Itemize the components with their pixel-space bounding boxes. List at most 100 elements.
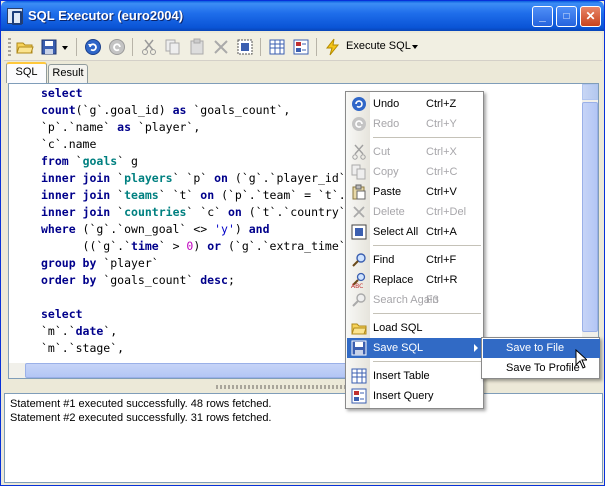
menu-separator <box>373 361 481 362</box>
submenu-arrow-icon <box>474 344 478 352</box>
output-line: Statement #1 executed successfully. 48 r… <box>10 398 272 410</box>
menu-item-insert-query[interactable]: Insert Query <box>347 386 483 406</box>
toolbar-grip[interactable] <box>8 38 11 56</box>
save-dropdown-arrow-icon[interactable] <box>62 46 68 50</box>
menu-item-search-again[interactable]: Search Again F3 <box>347 290 483 310</box>
sql-text: `goals_count`, <box>186 103 291 117</box>
toolbar-separator <box>132 38 133 56</box>
code-line[interactable]: group by `player` <box>41 255 159 272</box>
save-icon[interactable] <box>40 38 58 56</box>
menu-item-cut[interactable]: Cut Ctrl+X <box>347 142 483 162</box>
code-line[interactable]: from `goals` g <box>41 153 138 170</box>
sql-keyword: inner join <box>41 171 111 185</box>
tab-sql[interactable]: SQL <box>6 62 47 83</box>
sql-keyword: time <box>131 239 159 253</box>
open-folder-icon[interactable] <box>16 38 34 56</box>
copy-icon <box>351 164 367 180</box>
sql-keyword: on <box>200 188 215 202</box>
sql-executor-window: SQL Executor (euro2004) _ □ ✕ Execute SQ… <box>0 0 605 486</box>
paste-icon[interactable] <box>188 38 206 56</box>
sql-text: ` > <box>158 239 187 253</box>
sql-text: `m`.` <box>41 324 76 338</box>
menu-item-copy[interactable]: Copy Ctrl+C <box>347 162 483 182</box>
menu-item-paste[interactable]: Paste Ctrl+V <box>347 182 483 202</box>
code-line[interactable]: count(`g`.goal_id) as `goals_count`, <box>41 102 290 119</box>
sql-text: ) <box>193 239 208 253</box>
undo-icon[interactable] <box>84 38 102 56</box>
sql-text: ` <box>110 188 125 202</box>
code-line[interactable]: `m`.`stage`, <box>41 340 124 357</box>
code-line[interactable]: `p`.`name` as `player`, <box>41 119 200 136</box>
toolbar-separator <box>76 38 77 56</box>
sql-text: `, <box>103 324 118 338</box>
scissors-icon <box>351 144 367 160</box>
code-line[interactable]: ((`g`.`time` > 0) or (`g`.`extra_time` >… <box>41 238 388 255</box>
code-line[interactable]: order by `goals_count` desc; <box>41 272 235 289</box>
app-icon <box>7 8 23 25</box>
close-button[interactable]: ✕ <box>580 6 601 27</box>
menu-item-replace[interactable]: ABC Replace Ctrl+R <box>347 270 483 290</box>
vertical-scroll-thumb[interactable] <box>582 102 598 332</box>
sql-keyword: select <box>41 86 83 100</box>
sql-keyword: inner join <box>41 188 111 202</box>
redo-icon[interactable] <box>108 38 126 56</box>
folder-icon <box>351 320 367 336</box>
sql-keyword: date <box>75 324 104 338</box>
menu-item-insert-table[interactable]: Insert Table <box>347 366 483 386</box>
sql-text: ) <box>234 222 249 236</box>
copy-icon[interactable] <box>164 38 182 56</box>
window-title: SQL Executor (euro2004) <box>28 8 184 23</box>
execute-lightning-icon[interactable] <box>324 38 342 56</box>
sql-text: `p`.`name` <box>41 120 118 134</box>
select-all-icon[interactable] <box>236 38 254 56</box>
redo-icon <box>351 116 367 132</box>
menu-item-find[interactable]: Find Ctrl+F <box>347 250 483 270</box>
vertical-scrollbar[interactable] <box>582 84 598 364</box>
menu-item-delete[interactable]: Delete Ctrl+Del <box>347 202 483 222</box>
toolbar-separator <box>260 38 261 56</box>
sql-keyword: where <box>41 222 76 236</box>
title-bar[interactable]: SQL Executor (euro2004) _ □ ✕ <box>1 1 604 31</box>
sql-keyword: inner join <box>41 205 111 219</box>
sql-keyword: select <box>41 307 83 321</box>
table-icon <box>351 368 367 384</box>
sql-text: `m`.`stage`, <box>41 341 125 355</box>
menu-item-redo[interactable]: Redo Ctrl+Y <box>347 114 483 134</box>
menu-separator <box>373 313 481 314</box>
maximize-button[interactable]: □ <box>556 6 577 27</box>
execute-dropdown-arrow-icon[interactable] <box>412 45 418 49</box>
code-line[interactable]: `c`.name <box>41 136 96 153</box>
insert-query-icon[interactable] <box>292 38 310 56</box>
menu-separator <box>373 245 481 246</box>
minimize-button[interactable]: _ <box>532 6 553 27</box>
sql-table-name: players <box>124 171 173 185</box>
tab-result[interactable]: Result <box>48 64 88 83</box>
sql-table-name: goals <box>82 154 118 168</box>
menu-item-undo[interactable]: Undo Ctrl+Z <box>347 94 483 114</box>
sql-text: (`g`.goal_id) <box>75 103 173 117</box>
code-line[interactable]: where (`g`.`own_goal` <> 'y') and <box>41 221 270 238</box>
menu-item-select-all[interactable]: Select All Ctrl+A <box>347 222 483 242</box>
code-line[interactable]: select <box>41 306 83 323</box>
sql-text: ` `p` <box>172 171 215 185</box>
sql-text: `player`, <box>131 120 201 134</box>
code-line[interactable]: `m`.`date`, <box>41 323 117 340</box>
sql-keyword: group by <box>41 256 97 270</box>
find-icon <box>351 252 367 268</box>
sql-table-name: countries <box>124 205 187 219</box>
sql-editor[interactable]: select count(`g`.goal_id) as `goals_count… <box>8 83 599 379</box>
insert-table-icon[interactable] <box>268 38 286 56</box>
sql-code-area[interactable]: select count(`g`.goal_id) as `goals_count… <box>9 84 586 364</box>
sql-table-name: teams <box>124 188 159 202</box>
menu-separator <box>373 137 481 138</box>
save-icon <box>351 340 367 356</box>
scroll-up-arrow-icon[interactable] <box>582 84 598 100</box>
execute-sql-button[interactable]: Execute SQL <box>346 40 411 52</box>
delete-icon[interactable] <box>212 38 230 56</box>
sql-text: `goals_count` <box>96 273 201 287</box>
menu-item-load-sql[interactable]: Load SQL <box>347 318 483 338</box>
cut-icon[interactable] <box>140 38 158 56</box>
menu-item-save-sql[interactable]: Save SQL <box>347 338 483 358</box>
sql-keyword: as <box>172 103 187 117</box>
code-line[interactable]: select <box>41 85 83 102</box>
